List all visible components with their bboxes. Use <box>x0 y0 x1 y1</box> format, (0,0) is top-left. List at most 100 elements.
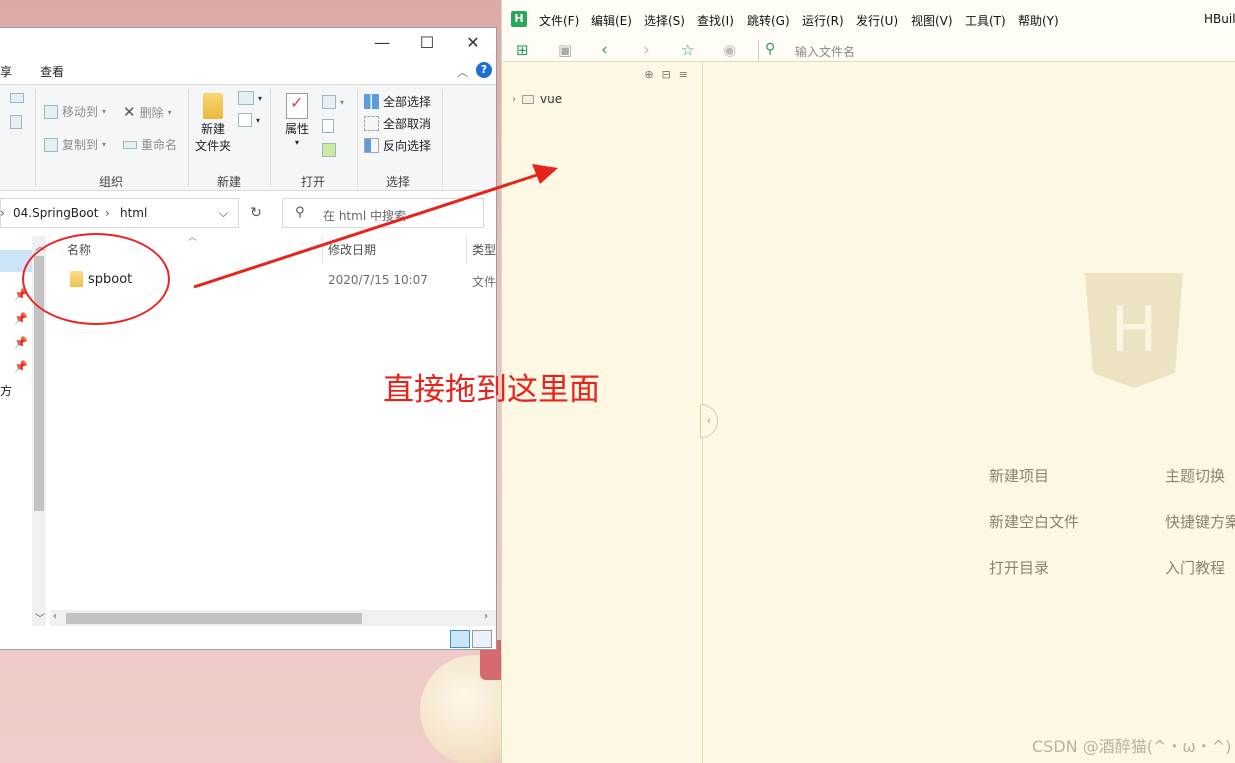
copy-path-icon[interactable] <box>10 115 22 129</box>
menu-help[interactable]: 帮助(Y) <box>1018 12 1059 29</box>
delete-button[interactable]: ✕ 删除 ▾ <box>123 103 172 121</box>
tab-share[interactable]: 享 <box>0 63 12 80</box>
file-search-input[interactable]: ⚲ 输入文件名 <box>758 40 1235 62</box>
tab-view[interactable]: 查看 <box>40 63 64 80</box>
minimize-button[interactable]: — <box>372 33 392 53</box>
new-file-icon[interactable]: ⊞ <box>516 41 529 59</box>
back-icon[interactable]: ‹ <box>601 41 608 59</box>
annotation-circle <box>22 233 170 325</box>
invert-selection-button[interactable]: 反向选择 <box>364 137 431 154</box>
tree-item-vue[interactable]: › vue <box>512 92 562 106</box>
hbuilder-logo-icon: H <box>511 11 527 27</box>
horizontal-scrollbar-thumb[interactable] <box>66 613 362 624</box>
breadcrumb-segment[interactable]: 04.SpringBoot <box>13 206 98 220</box>
menu-select[interactable]: 选择(S) <box>644 12 685 29</box>
menu-run[interactable]: 运行(R) <box>802 12 844 29</box>
run-icon[interactable]: ◉ <box>723 41 736 59</box>
chevron-right-icon: › <box>105 206 110 220</box>
collapse-all-icon[interactable]: ⊟ <box>662 68 679 81</box>
tutorial-link[interactable]: 入门教程 <box>1165 557 1225 578</box>
locate-icon[interactable]: ⊕ <box>644 68 661 81</box>
menu-find[interactable]: 查找(I) <box>697 12 734 29</box>
new-item-button[interactable]: ▾ <box>238 91 262 105</box>
open-directory-link[interactable]: 打开目录 <box>989 557 1049 578</box>
close-button[interactable]: ✕ <box>463 33 483 53</box>
menu-view[interactable]: 视图(V) <box>911 12 953 29</box>
select-none-label: 全部取消 <box>383 117 432 131</box>
maximize-button[interactable]: ☐ <box>417 33 437 53</box>
menu-icon[interactable]: ≡ <box>679 68 696 81</box>
rename-icon <box>123 140 137 149</box>
column-separator[interactable] <box>466 236 467 264</box>
hbuilder-shield-logo: H <box>1085 273 1183 388</box>
search-input[interactable]: ⚲ 在 html 中搜索 <box>282 198 484 228</box>
shortcut-scheme-link[interactable]: 快捷键方案 <box>1165 511 1235 532</box>
nav-item-label[interactable]: 方 <box>0 382 12 399</box>
copy-to-button[interactable]: 复制到 ▾ <box>44 136 106 153</box>
sort-caret-icon: ︿ <box>188 233 198 243</box>
properties-button[interactable]: 属性 ▾ <box>282 93 312 151</box>
save-icon[interactable]: ▣ <box>558 41 572 59</box>
history-icon <box>322 143 336 157</box>
scroll-down-icon[interactable]: ﹀ <box>35 610 45 625</box>
move-to-button[interactable]: 移动到 ▾ <box>44 103 106 120</box>
column-header-type[interactable]: 类型 <box>472 241 496 258</box>
rename-button[interactable]: 重命名 <box>123 136 177 153</box>
ribbon: 移动到▾ 复制到▾ ✕删除▾ 重命名 组织 新建 文件夹 ▾ ▾ 新建 属性 ▾… <box>0 84 496 191</box>
scroll-left-icon[interactable]: ‹ <box>53 611 57 622</box>
open-icon <box>322 95 336 109</box>
new-project-link[interactable]: 新建项目 <box>989 465 1049 486</box>
new-folder-label-1: 新建 <box>200 122 225 136</box>
move-to-label: 移动到 <box>62 105 99 119</box>
menu-file[interactable]: 文件(F) <box>539 12 579 29</box>
menu-publish[interactable]: 发行(U) <box>856 12 898 29</box>
pin-icon[interactable]: 📌 <box>14 336 28 349</box>
chevron-down-icon[interactable]: ⌵ <box>219 206 228 221</box>
pin-icon[interactable]: 📌 <box>14 312 28 325</box>
edit-button[interactable] <box>322 119 334 133</box>
project-manager-pane: ⊕⊟≡ › vue <box>502 62 703 763</box>
collapse-sidebar-handle[interactable]: ‹ <box>700 404 718 438</box>
horizontal-scrollbar[interactable]: ‹ › <box>50 610 496 626</box>
theme-switch-link[interactable]: 主题切换 <box>1165 465 1225 486</box>
history-button[interactable] <box>322 143 336 157</box>
annotation-text: 直接拖到这里面 <box>383 372 600 408</box>
select-none-icon <box>364 116 379 131</box>
star-icon[interactable]: ☆ <box>681 41 694 59</box>
help-icon[interactable]: ? <box>476 62 492 78</box>
shield-letter: H <box>1111 293 1158 366</box>
move-icon <box>44 104 58 119</box>
menu-goto[interactable]: 跳转(G) <box>747 12 790 29</box>
new-item-icon <box>238 91 254 105</box>
new-blank-file-link[interactable]: 新建空白文件 <box>989 511 1079 532</box>
scroll-right-icon[interactable]: › <box>484 611 488 622</box>
open-button[interactable]: ▾ <box>322 95 344 109</box>
address-bar[interactable]: › 04.SpringBoot › html ⌵ <box>0 198 239 228</box>
forward-icon[interactable]: › <box>643 41 650 59</box>
column-header-date[interactable]: 修改日期 <box>328 241 376 258</box>
chevron-up-icon[interactable]: ︿ <box>457 64 468 80</box>
pin-icon[interactable]: 📌 <box>14 360 28 373</box>
column-separator[interactable] <box>322 236 323 264</box>
copy-icon <box>44 137 58 152</box>
new-folder-button[interactable]: 新建 文件夹 <box>194 93 232 155</box>
easy-access-icon <box>238 113 252 127</box>
group-label-open: 打开 <box>301 175 326 189</box>
breadcrumb-segment[interactable]: html <box>120 206 147 220</box>
paste-shortcut-icon[interactable] <box>10 93 24 103</box>
details-view-icon[interactable] <box>450 630 470 648</box>
hbuilder-window: H 文件(F) 编辑(E) 选择(S) 查找(I) 跳转(G) 运行(R) 发行… <box>501 0 1235 763</box>
easy-access-button[interactable]: ▾ <box>238 113 260 127</box>
menu-edit[interactable]: 编辑(E) <box>591 12 632 29</box>
select-none-button[interactable]: 全部取消 <box>364 115 431 132</box>
refresh-icon[interactable]: ↻ <box>243 198 269 228</box>
chevron-right-icon[interactable]: › <box>512 94 516 105</box>
new-folder-label-2: 文件夹 <box>194 139 231 153</box>
ribbon-separator <box>35 89 36 187</box>
large-icons-view-icon[interactable] <box>472 630 492 648</box>
search-placeholder: 在 html 中搜索 <box>323 209 406 223</box>
ribbon-separator <box>188 89 189 187</box>
select-all-button[interactable]: 全部选择 <box>364 93 431 110</box>
menu-tools[interactable]: 工具(T) <box>965 12 1006 29</box>
watermark: CSDN @酒醉猫(^・ω・^) <box>1032 737 1232 756</box>
